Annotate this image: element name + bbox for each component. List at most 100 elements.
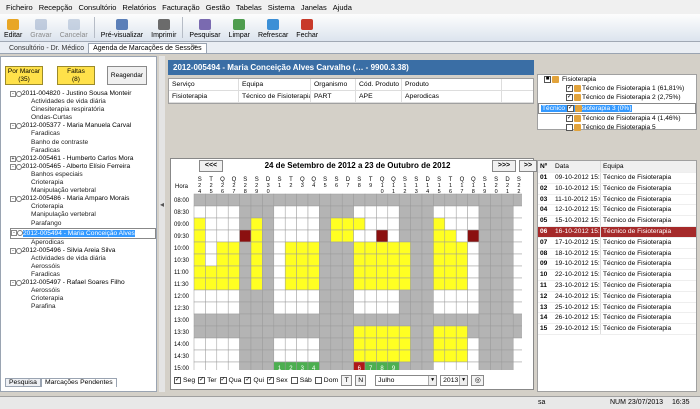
equipa-item[interactable]: ✓ Técnico de Fisioterapia 2 (2,75%) [538, 93, 696, 102]
root-checkbox[interactable]: ■ [544, 76, 551, 83]
checkbox-icon[interactable]: ✓ [198, 376, 206, 384]
equipa-checkbox[interactable]: ✓ [566, 114, 573, 122]
toolbar-button-6[interactable]: Limpar [225, 14, 254, 41]
checkbox-icon[interactable] [290, 376, 298, 384]
tree-patient-item[interactable]: -2012-005377 - Maria Manuela Carval [10, 122, 156, 130]
day-filter-checkbox[interactable]: ✓ Ter [198, 376, 217, 384]
tree-child-item[interactable]: Faradicas [10, 147, 156, 155]
status-radio-icon[interactable] [16, 247, 22, 254]
tab-marcacoes-pendentes[interactable]: Marcações Pendentes [40, 378, 117, 387]
splitter[interactable] [159, 56, 165, 392]
schedule-grid[interactable]: HoraS24T25Q26Q27S28S29D30S1T2Q3Q4S5S6D7S… [172, 174, 522, 370]
toolbar-button-1[interactable]: Gravar [26, 14, 55, 41]
tree-child-item[interactable]: Cinesiterapia respiratória [10, 106, 156, 114]
tree-patient-item[interactable]: +2012-005461 - Humberto Carlos Mora [10, 155, 156, 163]
toolbar-button-4[interactable]: Imprimir [147, 14, 180, 41]
day-filter-checkbox[interactable]: ✓ Qui [244, 376, 264, 384]
day-filter-checkbox[interactable]: ✓ Sex [266, 376, 288, 384]
tree-child-item[interactable]: Actividades de vida diária [10, 255, 156, 263]
equipa-root[interactable]: ■ Fisioterapia [538, 75, 696, 84]
day-filter-checkbox[interactable]: ✓ Seg [174, 376, 195, 384]
menu-item-0[interactable]: Ficheiro [3, 3, 36, 12]
binoculars-icon[interactable]: ◎ [471, 374, 485, 386]
appointment-row[interactable]: 03 11-10-2012 15:00Técnico de Fisioterapi… [538, 194, 696, 206]
menu-item-2[interactable]: Consultório [75, 3, 119, 12]
tree-child-item[interactable]: Manipulação vertebral [10, 187, 156, 195]
tab-agenda[interactable]: Agenda de Marcações de Sessões [88, 43, 207, 53]
checkbox-icon[interactable]: ✓ [244, 376, 252, 384]
tree-child-item[interactable]: Crioterapia [10, 295, 156, 303]
status-radio-icon[interactable] [16, 163, 22, 170]
equipa-checkbox[interactable]: ✓ [567, 104, 574, 112]
appointment-row[interactable]: 01 09-10-2012 15:00Técnico de Fisioterapi… [538, 173, 696, 184]
por-marcar-button[interactable]: Por Marcar (35) [5, 66, 43, 85]
service-row[interactable]: Fisioterapia Técnico de Fisioterapia PART A… [169, 91, 533, 103]
equipa-checkbox[interactable] [566, 123, 573, 131]
toolbar-button-2[interactable]: Cancelar [56, 14, 92, 41]
equipa-checkbox[interactable]: ✓ [566, 94, 573, 102]
checkbox-icon[interactable] [314, 376, 322, 384]
day-filter-checkbox[interactable]: Dom [314, 376, 338, 384]
menu-item-8[interactable]: Janelas [298, 3, 330, 12]
tree-patient-item[interactable]: -2012-005496 - Silvia Areia Silva [10, 247, 156, 255]
tree-child-item[interactable]: Crioterapia [10, 179, 156, 187]
day-filter-checkbox[interactable]: ✓ Qua [219, 376, 241, 384]
tree-child-item[interactable]: Aerossóis [10, 287, 156, 295]
toolbar-button-7[interactable]: Refrescar [254, 14, 292, 41]
n-button[interactable]: N [355, 374, 367, 386]
toolbar-button-5[interactable]: Pesquisar [185, 14, 224, 41]
tree-child-item[interactable]: Banho de contraste [10, 139, 156, 147]
appointment-row[interactable]: 09 19-10-2012 15:00Técnico de Fisioterapi… [538, 259, 696, 271]
tree-patient-item[interactable]: -2012-005494 - Maria Conceição Alves [10, 227, 156, 239]
reagendar-button[interactable]: Reagendar [107, 66, 147, 85]
t-button[interactable]: T [341, 374, 353, 386]
checkbox-icon[interactable]: ✓ [174, 376, 181, 384]
appointment-row[interactable]: 14 26-10-2012 15:00Técnico de Fisioterapi… [538, 313, 696, 325]
tree-patient-item[interactable]: -2012-005497 - Rafael Soares Filho [10, 279, 156, 287]
menu-item-5[interactable]: Gestão [203, 3, 233, 12]
tree-patient-item[interactable]: -2011-004820 - Justino Sousa Monteir [10, 90, 156, 98]
tree-child-item[interactable]: Faradicas [10, 130, 156, 138]
menu-item-3[interactable]: Relatórios [119, 3, 159, 12]
equipa-item[interactable]: Técnico de Fisioterapia 5 [538, 123, 696, 132]
appointment-row[interactable]: 15 29-10-2012 15:00Técnico de Fisioterapi… [538, 324, 696, 335]
tree-child-item[interactable]: Aerossóis [10, 263, 156, 271]
equipa-item[interactable]: ✓ Técnico de Fisioterapia 1 (61,81%) [538, 84, 696, 93]
tree-child-item[interactable]: Faradicas [10, 271, 156, 279]
tab-breadcrumb[interactable]: Consultório - Dr. Médico [5, 44, 88, 53]
month-select[interactable]: Julho ▼ [375, 374, 438, 386]
nav-first-button[interactable]: <<< [199, 159, 223, 172]
tree-child-item[interactable]: Crioterapia [10, 203, 156, 211]
toolbar-button-0[interactable]: Editar [0, 14, 26, 41]
tree-patient-item[interactable]: -2012-005486 - Maria Amparo Morais [10, 195, 156, 203]
tree-child-item[interactable]: Banhos especiais [10, 171, 156, 179]
toolbar-button-8[interactable]: Fechar [292, 14, 322, 41]
collapse-arrow-icon[interactable]: ◂ [160, 200, 164, 209]
menu-item-1[interactable]: Recepção [36, 3, 76, 12]
menu-item-6[interactable]: Tabelas [233, 3, 265, 12]
nav-next-button[interactable]: >>> [492, 159, 516, 172]
tree-child-item[interactable]: Manipulação vertebral [10, 211, 156, 219]
equipa-item[interactable]: ✓ Técnico de Fisioterapia 4 (1,46%) [538, 114, 696, 123]
appointment-row[interactable]: 02 10-10-2012 15:00Técnico de Fisioterapi… [538, 183, 696, 195]
appointment-row[interactable]: 06 16-10-2012 15:00Técnico de Fisioterapi… [538, 226, 696, 238]
tree-child-item[interactable]: Parafango [10, 220, 156, 228]
checkbox-icon[interactable]: ✓ [266, 376, 274, 384]
checkbox-icon[interactable]: ✓ [219, 376, 227, 384]
nav-last-button[interactable]: >> [519, 159, 537, 172]
tree-patient-item[interactable]: -2012-005465 - Alberto Elísio Ferreira [10, 163, 156, 171]
day-filter-checkbox[interactable]: Sáb [290, 376, 312, 384]
tree-child-item[interactable]: Ondas-Curtas [10, 114, 156, 122]
equipa-item[interactable]: ✓ Técnico de Fisioterapia 3 (0%) [538, 102, 696, 114]
status-radio-icon[interactable] [16, 91, 22, 97]
tree-child-item[interactable]: Parafina [10, 303, 156, 311]
menu-item-9[interactable]: Ajuda [330, 3, 355, 12]
appointment-row[interactable]: 11 23-10-2012 15:00Técnico de Fisioterapi… [538, 280, 696, 292]
tab-pesquisa[interactable]: Pesquisa [5, 378, 41, 387]
toolbar-button-3[interactable]: Pré-visualizar [97, 14, 147, 41]
close-tab-icon[interactable]: × [193, 44, 197, 51]
equipa-checkbox[interactable]: ✓ [566, 85, 573, 93]
year-select[interactable]: 2013 ▼ [440, 374, 469, 386]
tree-child-item[interactable]: Actividades de vida diária [10, 98, 156, 106]
tree-child-item[interactable]: Aperodicas [10, 239, 156, 247]
